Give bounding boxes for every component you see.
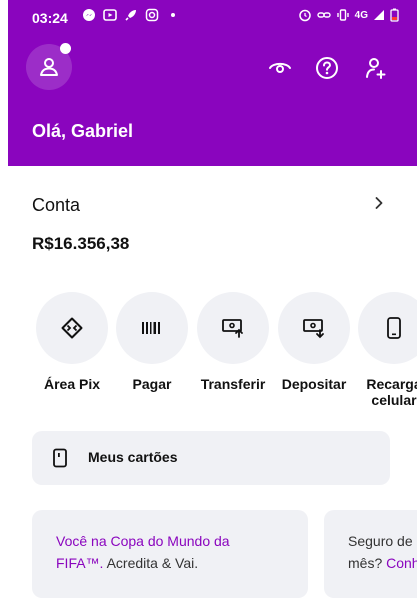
deposit-icon: [303, 319, 324, 339]
promo-text-line1: Seguro de: [348, 533, 413, 549]
invite-friends-button[interactable]: [364, 56, 388, 80]
action-pix-circle[interactable]: [36, 292, 108, 364]
eye-icon: [269, 62, 291, 73]
promo-text-rest: mês?: [348, 555, 387, 571]
promo-card-fifa[interactable]: Você na Copa do Mundo da FIFA™. Acredita…: [32, 510, 308, 598]
add-person-icon: [366, 58, 386, 79]
alarm-icon: [298, 9, 311, 22]
account-section-button[interactable]: Conta: [8, 186, 417, 226]
signal-icon: [374, 10, 384, 20]
rocket-icon: [124, 8, 138, 22]
pix-icon: [61, 317, 83, 339]
status-time: 03:24: [32, 10, 68, 26]
status-bar: 03:24 4G: [8, 0, 417, 32]
link-icon: [316, 12, 331, 18]
notification-icons: [82, 8, 180, 22]
promo-link[interactable]: Você na Copa do Mundo da: [56, 533, 230, 549]
notification-dot: [60, 43, 71, 54]
account-title: Conta: [32, 195, 81, 215]
action-pix[interactable]: Área Pix: [36, 292, 108, 392]
action-deposit[interactable]: Depositar: [278, 292, 350, 392]
help-button[interactable]: [315, 56, 339, 80]
greeting-text: Olá, Gabriel: [32, 121, 134, 141]
action-pay-circle[interactable]: [116, 292, 188, 364]
my-cards-label: Meus cartões: [88, 449, 178, 465]
action-transfer[interactable]: Transferir: [197, 292, 269, 392]
app-screen: 03:24 4G Olá, Gabriel Conta R$16.356,38 …: [8, 0, 417, 614]
promo-text: Seguro de mês? Conh: [348, 530, 417, 574]
promo-text: Você na Copa do Mundo da FIFA™. Acredita…: [56, 530, 230, 574]
card-icon: [53, 448, 67, 468]
transfer-icon: [222, 319, 243, 338]
promo-card-insurance[interactable]: Seguro de mês? Conh: [324, 510, 417, 598]
action-pix-label: Área Pix: [43, 376, 101, 392]
battery-icon: [390, 8, 399, 22]
action-pay-label: Pagar: [132, 376, 172, 392]
messenger-icon: [82, 8, 96, 22]
network-type: 4G: [354, 9, 368, 21]
action-pay[interactable]: Pagar: [116, 292, 188, 392]
quick-actions: Área Pix Pagar Transferir Depositar Reca…: [36, 292, 417, 412]
more-notifications-icon: [166, 8, 180, 22]
header: 03:24 4G Olá, Gabriel: [8, 0, 417, 166]
youtube-icon: [103, 8, 117, 22]
barcode-icon: [142, 322, 160, 334]
vibrate-icon: [336, 9, 349, 21]
promo-link[interactable]: FIFA™.: [56, 555, 103, 571]
instagram-icon: [145, 8, 159, 22]
person-icon: [40, 58, 58, 76]
action-transfer-label: Transferir: [200, 376, 266, 392]
chevron-right-icon: [375, 197, 383, 209]
action-phone-recharge[interactable]: Recarga celular: [358, 292, 417, 408]
system-icons: 4G: [298, 8, 399, 22]
phone-icon: [387, 317, 401, 339]
help-icon: [316, 57, 338, 79]
action-phone-recharge-circle[interactable]: [358, 292, 417, 364]
my-cards-button[interactable]: Meus cartões: [32, 431, 390, 485]
action-deposit-circle[interactable]: [278, 292, 350, 364]
account-balance: R$16.356,38: [32, 234, 130, 253]
promo-link[interactable]: Conh: [386, 555, 417, 571]
hide-values-button[interactable]: [268, 56, 292, 80]
promo-text-rest: Acredita & Vai.: [103, 555, 199, 571]
action-phone-recharge-label: Recarga celular: [366, 376, 417, 408]
action-deposit-label: Depositar: [281, 376, 347, 392]
action-transfer-circle[interactable]: [197, 292, 269, 364]
